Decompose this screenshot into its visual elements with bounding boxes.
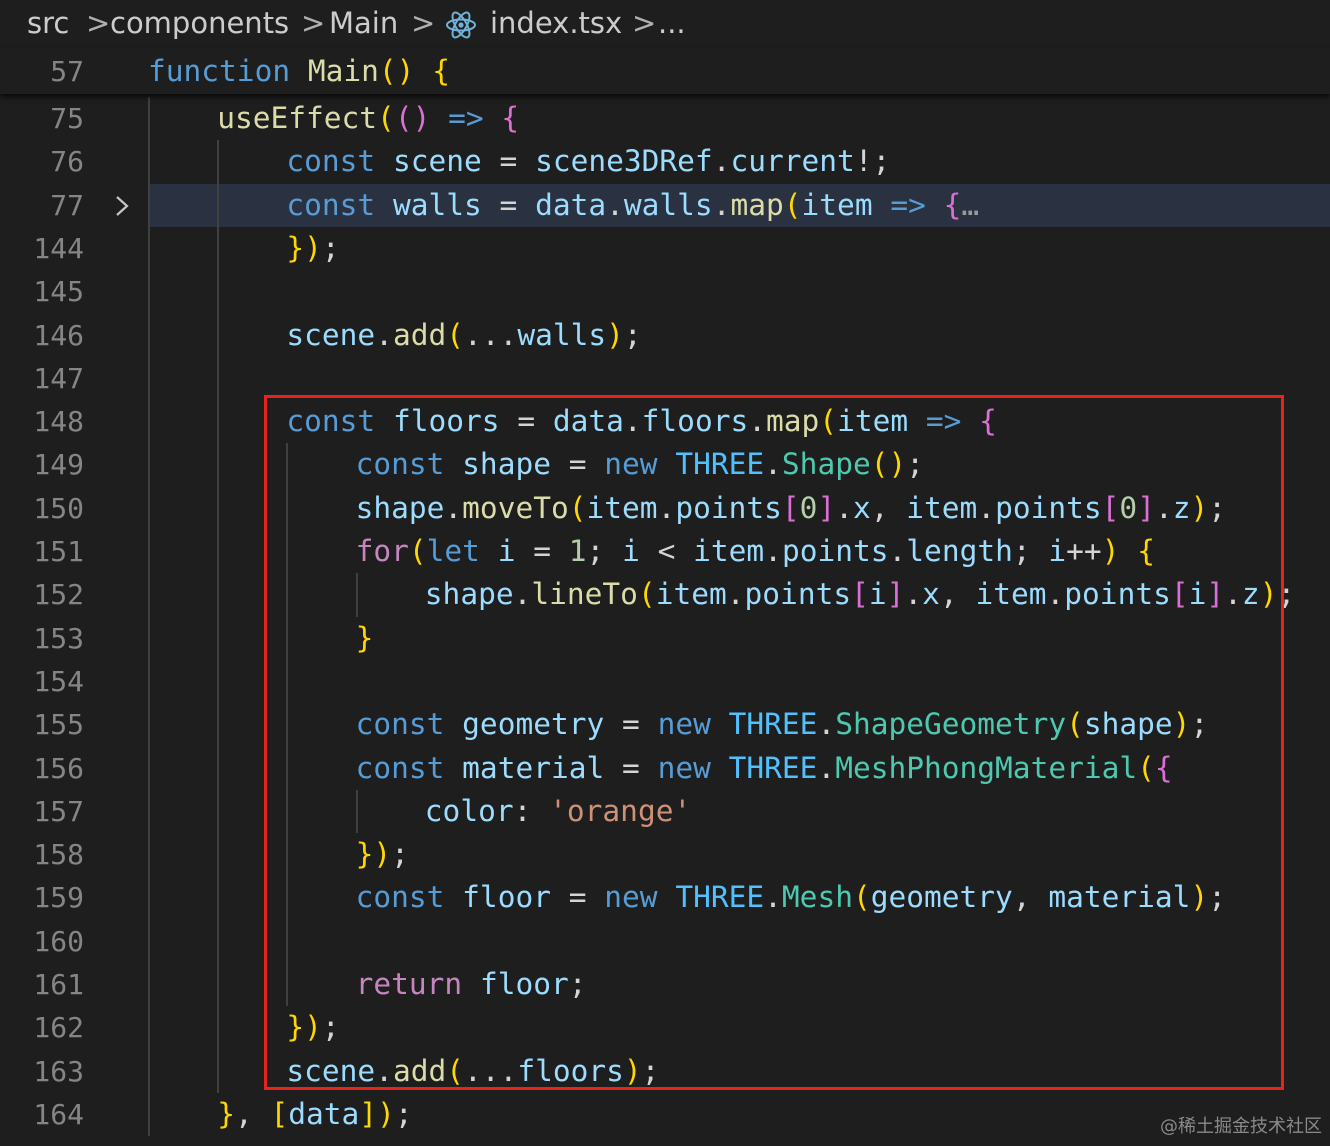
code-text[interactable]: shape.lineTo(item.points[i].x, item.poin… [425,573,1295,616]
breadcrumb-separator: > [411,6,436,40]
breadcrumb-separator: > [632,6,657,40]
code-text[interactable]: const material = new THREE.MeshPhongMate… [356,747,1173,790]
code-text[interactable]: shape.moveTo(item.points[0].x, item.poin… [356,487,1226,530]
code-text[interactable]: const geometry = new THREE.ShapeGeometry… [356,703,1209,746]
code-line[interactable]: 77 const walls = data.walls.map(item => {… [0,183,1330,227]
code-line[interactable]: 162}); [0,1006,1330,1049]
code-text[interactable]: }); [356,833,409,876]
line-number: 151 [33,535,84,568]
code-line[interactable]: 157 color: 'orange' [0,790,1330,833]
code-text[interactable]: }); [286,1006,339,1049]
line-number: 157 [33,794,84,828]
code-text[interactable]: color: 'orange' [425,790,691,833]
breadcrumb-item-components[interactable]: components [110,6,289,40]
line-number: 77 [50,188,84,222]
code-text[interactable]: return floor; [356,963,587,1006]
line-number: 76 [50,145,84,179]
line-number: 149 [33,448,84,482]
indent-guide [148,97,150,1137]
code-text[interactable]: useEffect(() => { [217,97,519,140]
code-line[interactable]: 76 const scene = scene3DRef.current!; [0,140,1330,183]
code-line[interactable]: 159 const floor = new THREE.Mesh(geometry… [0,876,1330,919]
code-text[interactable]: const scene = scene3DRef.current!; [286,140,890,183]
line-number: 152 [33,578,84,612]
line-number: 164 [33,1097,84,1131]
breadcrumb-separator: > [86,6,111,40]
code-line[interactable]: 151 for(let i = 1; i < item.points.length… [0,530,1330,573]
indent-guide [217,140,220,1093]
code-text[interactable]: for(let i = 1; i < item.points.length; i… [356,530,1155,573]
line-number: 147 [33,361,84,395]
code-line[interactable]: 152 shape.lineTo(item.points[i].x, item.p… [0,573,1330,616]
line-number: 160 [33,924,84,958]
code-text[interactable]: }); [286,227,339,270]
code-line[interactable]: 144}); [0,227,1330,270]
code-line[interactable]: 147 [0,357,1330,400]
line-number: 163 [33,1054,84,1088]
line-number: 159 [33,881,84,915]
breadcrumb: src > components > Main > index.tsx > ..… [0,0,1330,48]
react-icon [445,10,477,40]
code-editor[interactable]: 75 useEffect(() => { 76 const scene = scene… [0,97,1330,1146]
line-number: 161 [33,968,84,1001]
code-line[interactable]: 153} [0,617,1330,660]
sticky-code-line[interactable]: function Main() { [148,50,450,93]
code-text[interactable]: } [356,617,374,660]
code-line[interactable]: 148 const floors = data.floors.map(item =… [0,400,1330,443]
indent-guide [286,443,289,1007]
code-text[interactable]: const walls = data.walls.map(item => {… [286,184,979,227]
line-number: 148 [33,405,84,439]
line-number: 162 [33,1011,84,1045]
code-line[interactable]: 150 shape.moveTo(item.points[0].x, item.p… [0,487,1330,530]
code-line[interactable]: 155 const geometry = new THREE.ShapeGeome… [0,703,1330,746]
line-number: 57 [50,55,84,88]
line-number: 146 [33,318,84,352]
code-line[interactable]: 156 const material = new THREE.MeshPhongM… [0,747,1330,790]
line-number: 150 [33,491,84,525]
breadcrumb-item-src[interactable]: src [27,6,69,40]
line-number: 145 [33,275,84,309]
sticky-scroll-header[interactable]: 57 function Main() { [0,48,1330,94]
indent-guide [355,573,358,617]
line-number: 75 [50,102,84,135]
code-line[interactable]: 158}); [0,833,1330,876]
code-text[interactable]: }, [data]); [217,1093,412,1136]
code-text[interactable]: const floor = new THREE.Mesh(geometry, m… [356,876,1226,919]
line-number: 154 [33,664,84,698]
breadcrumb-separator: > [301,6,326,40]
code-text[interactable]: const shape = new THREE.Shape(); [356,443,924,486]
watermark: @稀土掘金技术社区 [1160,1116,1322,1137]
code-line[interactable]: 149 const shape = new THREE.Shape(); [0,443,1330,486]
line-number: 155 [33,708,84,742]
code-line[interactable]: 164 }, [data]); [0,1093,1330,1136]
line-number: 156 [33,751,84,785]
breadcrumb-item-more[interactable]: ... [658,6,686,40]
code-line[interactable]: 154 [0,660,1330,703]
code-line[interactable]: 75 useEffect(() => { [0,97,1330,140]
breadcrumb-item-index-tsx[interactable]: index.tsx [490,6,622,40]
line-number: 144 [33,231,84,265]
breadcrumb-item-main[interactable]: Main [329,6,398,40]
chevron-right-icon[interactable] [112,194,132,218]
code-line[interactable]: 146 scene.add(...walls); [0,314,1330,357]
code-line[interactable]: 160 [0,920,1330,963]
line-number: 158 [33,838,84,872]
code-text[interactable]: scene.add(...walls); [286,314,641,357]
code-text[interactable]: scene.add(...floors); [286,1050,659,1093]
code-line[interactable]: 145 [0,270,1330,313]
code-line[interactable]: 163 scene.add(...floors); [0,1050,1330,1093]
code-text[interactable]: const floors = data.floors.map(item => { [286,400,997,443]
line-number: 153 [33,621,84,655]
code-line[interactable]: 161 return floor; [0,963,1330,1006]
indent-guide [355,789,358,834]
